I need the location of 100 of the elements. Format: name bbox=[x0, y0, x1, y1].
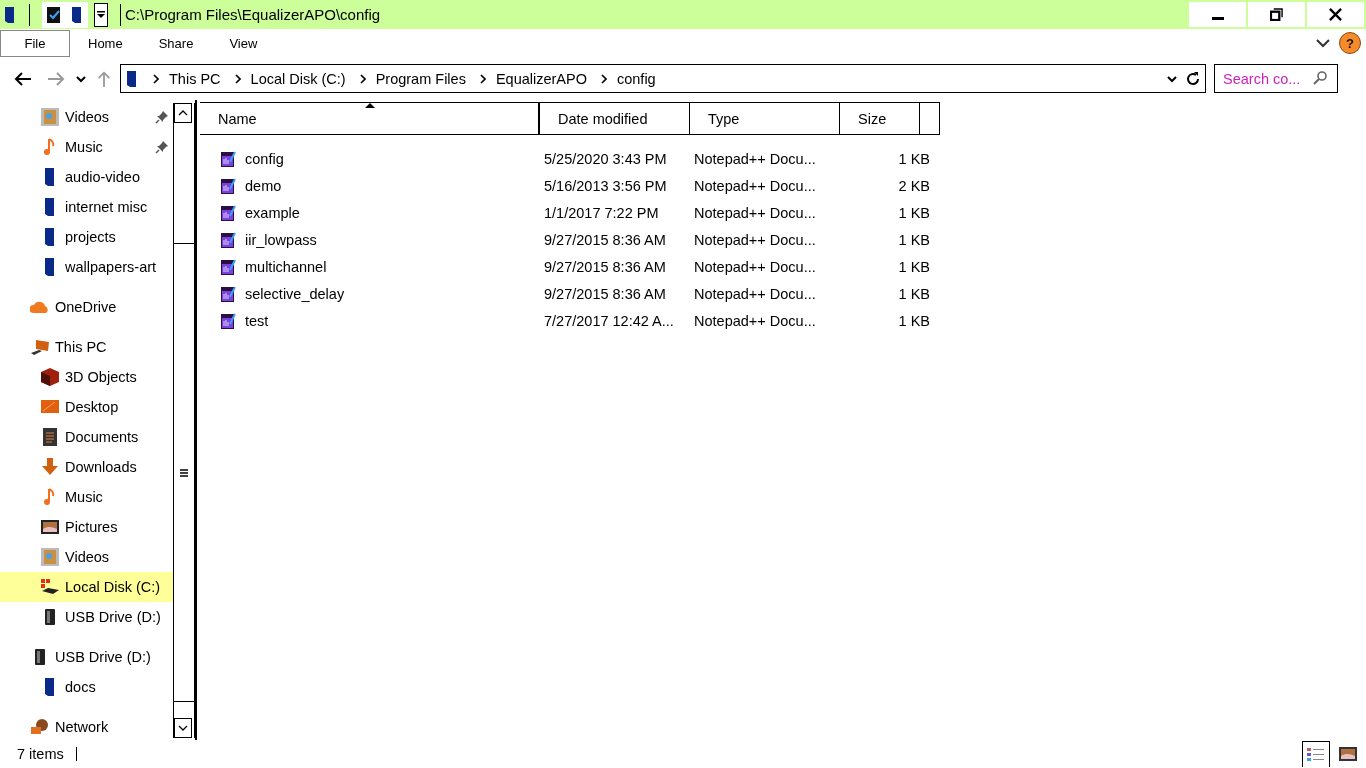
minimize-button[interactable] bbox=[1189, 2, 1246, 27]
date-cell: 1/1/2017 7:22 PM bbox=[544, 204, 659, 221]
size-cell: 2 KB bbox=[898, 177, 930, 194]
properties-icon[interactable] bbox=[46, 5, 62, 24]
dropdown-icon[interactable] bbox=[1167, 74, 1177, 83]
breadcrumb[interactable]: Local Disk (C:) bbox=[250, 70, 346, 87]
type-cell: Notepad++ Docu... bbox=[694, 285, 816, 302]
close-button[interactable] bbox=[1307, 2, 1364, 27]
document-icon bbox=[220, 203, 236, 222]
sidebar-item[interactable]: Videos bbox=[0, 102, 174, 132]
sidebar-item[interactable]: Music bbox=[0, 482, 174, 512]
ribbon-tab[interactable]: Home bbox=[70, 29, 141, 57]
sidebar-item[interactable]: Local Disk (C:) bbox=[0, 572, 174, 602]
column-header[interactable]: Date modified bbox=[540, 103, 690, 134]
file-row[interactable]: iir_lowpass 9/27/2015 8:36 AM Notepad++ Docu... 1 KB bbox=[200, 226, 940, 253]
details-list-icon bbox=[1306, 746, 1326, 763]
scrollbar[interactable] bbox=[173, 103, 195, 738]
sidebar-item[interactable]: Pictures bbox=[0, 512, 174, 542]
file-row[interactable]: multichannel 9/27/2015 8:36 AM Notepad++ Docu... 1 KB bbox=[200, 253, 940, 280]
search-field[interactable]: Search co... bbox=[1214, 64, 1338, 93]
chevron-icon[interactable] bbox=[153, 73, 159, 84]
document-icon bbox=[220, 311, 236, 330]
date-cell: 5/25/2020 3:43 PM bbox=[544, 150, 667, 167]
file-row[interactable]: config 5/25/2020 3:43 PM Notepad++ Docu... 1 KB bbox=[200, 145, 940, 172]
chevron-icon[interactable] bbox=[234, 73, 241, 84]
back-arrow-icon[interactable] bbox=[13, 70, 33, 87]
type-cell: Notepad++ Docu... bbox=[694, 258, 816, 275]
file-row[interactable]: demo 5/16/2013 3:56 PM Notepad++ Docu... 2 KB bbox=[200, 172, 940, 199]
details-view-button[interactable] bbox=[1302, 741, 1330, 767]
file-row[interactable]: example 1/1/2017 7:22 PM Notepad++ Docu... 1 KB bbox=[200, 199, 940, 226]
sidebar-item[interactable]: Downloads bbox=[0, 452, 174, 482]
breadcrumb[interactable]: EqualizerAPO bbox=[495, 70, 587, 87]
date-cell: 7/27/2017 12:42 A... bbox=[544, 312, 674, 329]
search-icon bbox=[1312, 70, 1328, 86]
size-cell: 1 KB bbox=[898, 285, 930, 302]
breadcrumb[interactable]: This PC bbox=[169, 70, 221, 87]
address-bar[interactable]: This PC Local Disk (C:) Program Files EqualizerAPO config bbox=[120, 64, 1206, 93]
folder-icon[interactable] bbox=[70, 5, 84, 24]
chevron-icon[interactable] bbox=[359, 73, 366, 84]
document-icon bbox=[220, 257, 236, 276]
scroll-down-icon[interactable] bbox=[174, 718, 193, 738]
restore-button[interactable] bbox=[1248, 2, 1305, 27]
close-icon bbox=[1329, 8, 1342, 21]
size-cell: 1 KB bbox=[898, 258, 930, 275]
column-header[interactable]: Size bbox=[840, 103, 920, 134]
file-name: test bbox=[245, 312, 269, 329]
sidebar-item[interactable]: USB Drive (D:) bbox=[0, 602, 174, 632]
customize-dropdown-icon[interactable] bbox=[94, 2, 108, 27]
sidebar-item[interactable]: USB Drive (D:) bbox=[0, 642, 174, 672]
sidebar-item[interactable]: audio-video bbox=[0, 162, 174, 192]
refresh-icon[interactable] bbox=[1185, 70, 1201, 87]
pin-icon[interactable] bbox=[155, 110, 170, 124]
hard-drive-icon bbox=[40, 577, 60, 597]
breadcrumb[interactable]: Program Files bbox=[375, 70, 466, 87]
chevron-icon[interactable] bbox=[601, 73, 607, 84]
date-cell: 9/27/2015 8:36 AM bbox=[544, 258, 666, 275]
document-icon bbox=[40, 427, 60, 447]
help-button[interactable]: ? bbox=[1339, 32, 1361, 54]
sidebar-item[interactable]: OneDrive bbox=[0, 292, 174, 322]
ribbon-tab[interactable]: View bbox=[211, 29, 276, 57]
folder-icon bbox=[125, 69, 139, 88]
sidebar-item[interactable]: Documents bbox=[0, 422, 174, 452]
column-header[interactable]: Name bbox=[200, 103, 540, 134]
type-cell: Notepad++ Docu... bbox=[694, 177, 816, 194]
film-icon bbox=[40, 107, 60, 127]
chevron-icon[interactable] bbox=[479, 73, 486, 84]
type-cell: Notepad++ Docu... bbox=[694, 312, 816, 329]
pin-icon[interactable] bbox=[155, 140, 170, 154]
sidebar-item[interactable]: docs bbox=[0, 672, 174, 702]
window-title: C:\Program Files\EqualizerAPO\config bbox=[125, 6, 381, 23]
sidebar-item[interactable]: internet misc bbox=[0, 192, 174, 222]
cube-icon bbox=[40, 367, 60, 387]
ribbon-tab[interactable]: File bbox=[0, 29, 70, 57]
date-cell: 9/27/2015 8:36 AM bbox=[544, 231, 666, 248]
sidebar-item[interactable]: projects bbox=[0, 222, 174, 252]
film-icon bbox=[40, 547, 60, 567]
ribbon-tab[interactable]: Share bbox=[140, 29, 212, 57]
recent-dropdown-icon[interactable] bbox=[76, 74, 86, 83]
expand-ribbon-icon[interactable] bbox=[1315, 38, 1331, 48]
document-icon bbox=[220, 149, 236, 168]
file-row[interactable]: test 7/27/2017 12:42 A... Notepad++ Docu... 1 KB bbox=[200, 307, 940, 334]
file-name: selective_delay bbox=[245, 285, 345, 302]
sidebar-item[interactable]: Desktop bbox=[0, 392, 174, 422]
column-header[interactable]: Type bbox=[690, 103, 840, 134]
sidebar-item[interactable]: wallpapers-art bbox=[0, 252, 174, 282]
document-icon bbox=[220, 176, 236, 195]
file-row[interactable]: selective_delay 9/27/2015 8:36 AM Notepad++ Docu... 1 KB bbox=[200, 280, 940, 307]
breadcrumb[interactable]: config bbox=[617, 70, 656, 87]
down-arrow-icon bbox=[40, 457, 60, 477]
size-cell: 1 KB bbox=[898, 204, 930, 221]
sidebar-item[interactable]: This PC bbox=[0, 332, 174, 362]
sidebar-item[interactable]: 3D Objects bbox=[0, 362, 174, 392]
document-icon bbox=[220, 230, 236, 249]
scroll-up-icon[interactable] bbox=[174, 103, 193, 123]
sidebar-item[interactable]: Network bbox=[0, 712, 174, 740]
network-icon bbox=[30, 717, 50, 737]
sidebar-item[interactable]: Videos bbox=[0, 542, 174, 572]
sidebar-item[interactable]: Music bbox=[0, 132, 174, 162]
folder-icon[interactable] bbox=[3, 5, 17, 24]
file-name: config bbox=[245, 150, 284, 167]
